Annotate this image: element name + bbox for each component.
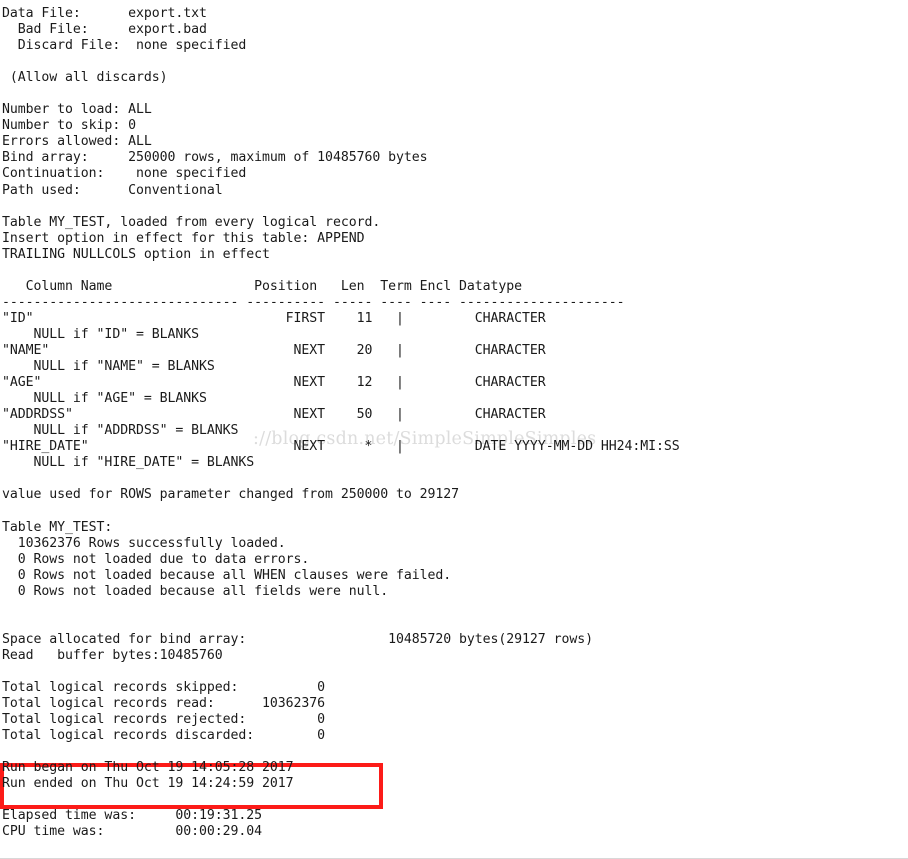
sqlloader-log-text: Data File: export.txt Bad File: export.b…	[2, 6, 680, 840]
log-output-surface: Data File: export.txt Bad File: export.b…	[0, 0, 908, 859]
